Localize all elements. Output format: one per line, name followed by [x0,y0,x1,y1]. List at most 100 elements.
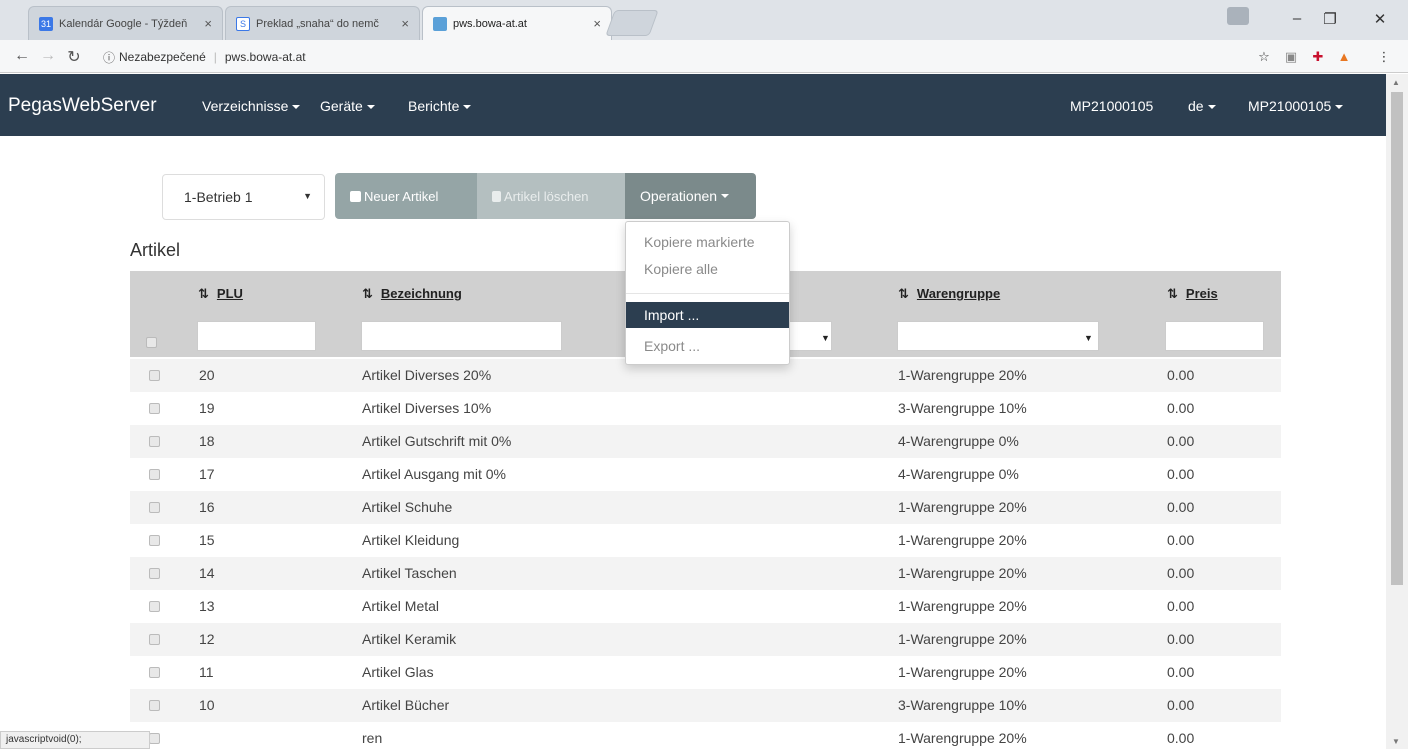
minimize-icon[interactable]: – [1285,10,1309,27]
column-header-warengruppe[interactable]: ⇅ Warengruppe [898,286,1000,302]
table-row[interactable]: 16 Artikel Schuhe 1-Warengruppe 20% 0.00 [130,491,1281,524]
preis-filter-input[interactable] [1165,321,1264,351]
table-row[interactable]: 15 Artikel Kleidung 1-Warengruppe 20% 0.00 [130,524,1281,557]
button-label: Artikel löschen [504,188,589,204]
url-text[interactable]: pws.bowa-at.at [225,50,306,64]
column-header-preis[interactable]: ⇅ Preis [1167,286,1218,302]
close-tab-icon[interactable]: × [593,16,601,31]
back-icon[interactable]: ← [12,47,32,65]
scroll-up-icon[interactable]: ▲ [1392,78,1400,87]
table-row[interactable]: 19 Artikel Diverses 10% 3-Warengruppe 10% 0… [130,392,1281,425]
menu-berichte[interactable]: Berichte [408,98,472,114]
row-checkbox[interactable] [149,667,160,678]
row-checkbox[interactable] [149,370,160,381]
extension-icon[interactable]: ▣ [1283,49,1299,65]
cell-warengruppe: 1-Warengruppe 20% [898,631,1027,647]
brand-logo[interactable]: PegasWebServer [8,95,157,117]
browser-tab-translate[interactable]: S Preklad „snaha“ do nemč × [225,6,420,40]
cell-bezeichnung: Artikel Gutschrift mit 0% [362,433,512,449]
user-menu[interactable]: MP21000105 [1248,98,1344,114]
cell-warengruppe: 3-Warengruppe 10% [898,697,1027,713]
cell-preis: 0.00 [1167,565,1195,581]
info-icon[interactable]: ⓘ [103,49,115,66]
row-checkbox[interactable] [149,634,160,645]
cell-warengruppe: 1-Warengruppe 20% [898,598,1027,614]
menu-geraete[interactable]: Geräte [320,98,375,114]
table-row[interactable]: 17 Artikel Ausgang mit 0% 4-Warengruppe 0%… [130,458,1281,491]
close-tab-icon[interactable]: × [401,16,409,31]
row-checkbox[interactable] [149,568,160,579]
menu-item-copy-all[interactable]: Kopiere alle [626,256,789,282]
column-header-bezeichnung[interactable]: ⇅ Bezeichnung [362,286,462,302]
table-row[interactable]: 12 Artikel Keramik 1-Warengruppe 20% 0.00 [130,623,1281,656]
extension-icon-2[interactable]: ▲ [1336,49,1352,65]
warengruppe-filter-select[interactable] [897,321,1099,351]
cell-preis: 0.00 [1167,664,1195,680]
profile-icon[interactable] [1227,7,1249,25]
cell-preis: 0.00 [1167,730,1195,746]
language-menu[interactable]: de [1188,98,1216,114]
uk-flag-icon[interactable]: ✚ [1310,49,1326,65]
table-row[interactable]: ren 1-Warengruppe 20% 0.00 [130,722,1281,755]
row-checkbox[interactable] [149,733,160,744]
browser-tabbar: 31 Kalendár Google - Týždeň × S Preklad … [0,0,1408,40]
select-arrow-icon: ▼ [1084,333,1093,343]
new-article-button[interactable]: Neuer Artikel [335,173,477,219]
row-checkbox[interactable] [149,535,160,546]
browser-tab-calendar[interactable]: 31 Kalendár Google - Týždeň × [28,6,223,40]
menu-item-import[interactable]: Import ... [626,302,789,328]
cell-warengruppe: 4-Warengruppe 0% [898,466,1019,482]
cell-warengruppe: 1-Warengruppe 20% [898,565,1027,581]
column-header-plu[interactable]: ⇅ PLU [198,286,243,302]
table-row[interactable]: 18 Artikel Gutschrift mit 0% 4-Warengruppe… [130,425,1281,458]
close-window-icon[interactable]: ✕ [1368,10,1392,28]
table-row[interactable]: 14 Artikel Taschen 1-Warengruppe 20% 0.00 [130,557,1281,590]
new-tab-button[interactable] [605,10,659,36]
address-bar[interactable]: ⓘ Nezabezpečené | pws.bowa-at.at [103,45,1243,69]
scroll-thumb[interactable] [1391,92,1403,585]
row-checkbox[interactable] [149,469,160,480]
scroll-down-icon[interactable]: ▼ [1392,737,1400,746]
table-row[interactable]: 13 Artikel Metal 1-Warengruppe 20% 0.00 [130,590,1281,623]
menu-label: Verzeichnisse [202,98,289,114]
menu-icon[interactable]: ⋮ [1376,49,1392,65]
bezeichnung-filter-input[interactable] [361,321,562,351]
row-checkbox[interactable] [149,436,160,447]
menu-verzeichnisse[interactable]: Verzeichnisse [202,98,301,114]
sort-icon[interactable]: ⇅ [362,286,373,301]
cell-plu: 14 [199,565,215,581]
sort-icon[interactable]: ⇅ [198,286,209,301]
cell-preis: 0.00 [1167,367,1195,383]
cell-warengruppe: 4-Warengruppe 0% [898,433,1019,449]
table-row[interactable]: 10 Artikel Bücher 3-Warengruppe 10% 0.00 [130,689,1281,722]
table-row[interactable]: 11 Artikel Glas 1-Warengruppe 20% 0.00 [130,656,1281,689]
restore-icon[interactable]: ❐ [1318,10,1342,28]
tab-title: Preklad „snaha“ do nemč [256,17,379,30]
close-tab-icon[interactable]: × [204,16,212,31]
operations-button[interactable]: Operationen [625,173,756,219]
row-checkbox[interactable] [149,700,160,711]
menu-label: Berichte [408,98,460,114]
cell-plu: 20 [199,367,215,383]
sort-icon[interactable]: ⇅ [898,286,909,301]
bookmark-star-icon[interactable]: ☆ [1256,49,1272,65]
device-id[interactable]: MP21000105 [1070,98,1153,114]
menu-item-copy-selected[interactable]: Kopiere markierte [626,229,789,255]
delete-article-button[interactable]: Artikel löschen [477,173,625,219]
row-checkbox[interactable] [149,601,160,612]
language-label: de [1188,98,1204,114]
forward-icon[interactable]: → [38,47,58,65]
reload-icon[interactable]: ↻ [64,47,84,67]
select-all-checkbox[interactable] [146,337,157,348]
menu-item-export[interactable]: Export ... [626,333,789,359]
row-checkbox[interactable] [149,403,160,414]
cell-warengruppe: 1-Warengruppe 20% [898,532,1027,548]
row-checkbox[interactable] [149,502,160,513]
sort-icon[interactable]: ⇅ [1167,286,1178,301]
page-scrollbar[interactable]: ▲ ▼ [1386,74,1408,749]
browser-tab-pws[interactable]: pws.bowa-at.at × [422,6,612,40]
cell-bezeichnung: ren [362,730,383,746]
betrieb-select[interactable]: 1-Betrieb 1 ▼ [162,174,325,220]
operations-dropdown: Kopiere markierte Kopiere alle Import ..… [625,221,790,365]
plu-filter-input[interactable] [197,321,316,351]
